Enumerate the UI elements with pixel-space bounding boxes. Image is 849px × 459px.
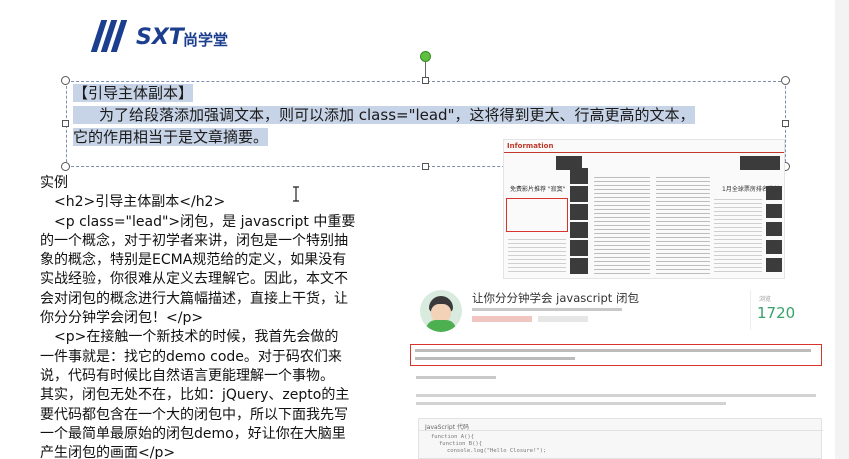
code-line: function B(){ [439, 441, 483, 447]
shot1-poster [766, 186, 782, 200]
logo-cn: 尚学堂 [183, 31, 229, 49]
lead-highlight-box [410, 344, 822, 366]
article-meta [472, 308, 622, 311]
shot1-poster [570, 258, 588, 274]
example-line: <h2>引导主体副本</h2> [40, 194, 226, 211]
logo-text: SXT [136, 25, 184, 50]
shot1-banner-image [740, 156, 780, 170]
article-tag [472, 316, 532, 322]
article-tag [538, 316, 588, 322]
views-panel: 浏览 1720 [750, 290, 807, 330]
shot1-poster [766, 204, 782, 218]
code-line: console.log("Hello Closure!"); [447, 448, 547, 454]
example-line: 你分分钟学会闭包！</p> [40, 310, 204, 327]
shot1-text-column [714, 196, 762, 274]
example-line: 会对闭包的概念进行大篇幅描述，直接上干货，让 [40, 290, 348, 307]
views-count: 1720 [757, 304, 796, 322]
shot1-poster [766, 258, 782, 272]
resize-handle-top[interactable] [422, 77, 429, 84]
example-line: <p>在接触一个新技术的时候，我首先会做的 [40, 329, 339, 346]
example-line: 一件事就是：找它的demo code。对于码农们来 [40, 348, 342, 365]
shot1-text-column [594, 174, 650, 274]
resize-handle-right[interactable] [782, 120, 789, 127]
example-line: 一个最简单最原始的闭包demo，好让你在大脑里 [40, 425, 346, 442]
shot1-poster [570, 168, 588, 184]
shot1-poster [766, 240, 782, 254]
shot1-poster [570, 204, 588, 220]
shot1-brand: Information [507, 142, 554, 150]
example-line: 象的概念，特别是ECMA规范给的定义，如果没有 [40, 252, 347, 269]
window-edge [835, 0, 849, 459]
resize-handle-bottom[interactable] [422, 163, 429, 170]
article-title: 让你分分钟学会 javascript 闭包 [472, 291, 639, 305]
shot1-text-column [508, 236, 566, 274]
logo-stripes-icon [90, 20, 132, 52]
code-line: function A(){ [431, 434, 475, 440]
example-line: 实战经验，你很难从定义去理解它。因此，本文不 [40, 271, 348, 288]
views-label: 浏览 [759, 296, 772, 303]
resize-handle-top-right[interactable] [781, 76, 790, 85]
example-line: 产生闭包的画面</p> [40, 445, 176, 459]
shot1-rule [504, 152, 784, 153]
shot1-poster [570, 186, 588, 202]
code-block: JavaScript 代码 function A(){ function B()… [418, 418, 823, 459]
author-avatar [420, 290, 462, 332]
paragraph-line [416, 394, 816, 397]
textbox-line-1: 为了给段落添加强调文本，则可以添加 class="lead"，这将得到更大、行高… [73, 104, 695, 126]
example-text[interactable]: 实例 <h2>引导主体副本</h2> <p class="lead">闭包，是 … [40, 174, 385, 459]
example-line: 的一个概念，对于初学者来讲，闭包是一个特别抽 [40, 232, 348, 249]
resize-handle-bottom-left[interactable] [61, 162, 70, 171]
shot1-poster [570, 222, 588, 238]
textbox-line-2: 它的作用相当于是文章摘要。 [73, 128, 269, 146]
screenshot-magazine: Information 免费影片推荐 "寂寞" 1月全球票房排名推荐 [503, 139, 785, 279]
example-line: <p class="lead">闭包，是 javascript 中重要 [40, 213, 356, 230]
screenshot-blog-article: 让你分分钟学会 javascript 闭包 浏览 1720 JavaScript… [410, 282, 830, 459]
example-line: 其实，闭包无处不在，比如：jQuery、zepto的主 [40, 387, 350, 404]
paragraph-line [416, 402, 726, 405]
shot1-heading-1: 免费影片推荐 "寂寞" [510, 186, 566, 193]
shot1-text-column [656, 174, 710, 274]
example-line: 说，代码有时候比自然语言更能理解一个事物。 [40, 367, 334, 384]
shot1-poster [570, 240, 588, 256]
shot1-poster [766, 222, 782, 236]
resize-handle-left[interactable] [62, 120, 69, 127]
textbox-title: 【引导主体副本】 [73, 84, 194, 102]
shot1-highlight-box [506, 198, 568, 232]
resize-handle-top-left[interactable] [61, 76, 70, 85]
paragraph-line [416, 376, 496, 379]
rotate-handle[interactable] [420, 51, 431, 62]
slide: SXT 尚学堂 【引导主体副本】 为了给段落添加强调文本，则可以添加 class… [0, 0, 849, 459]
example-line: 实例 [40, 175, 68, 191]
example-line: 要代码都包含在一个大的闭包中，所以下面我先写 [40, 406, 348, 423]
text-cursor-icon [293, 186, 299, 202]
